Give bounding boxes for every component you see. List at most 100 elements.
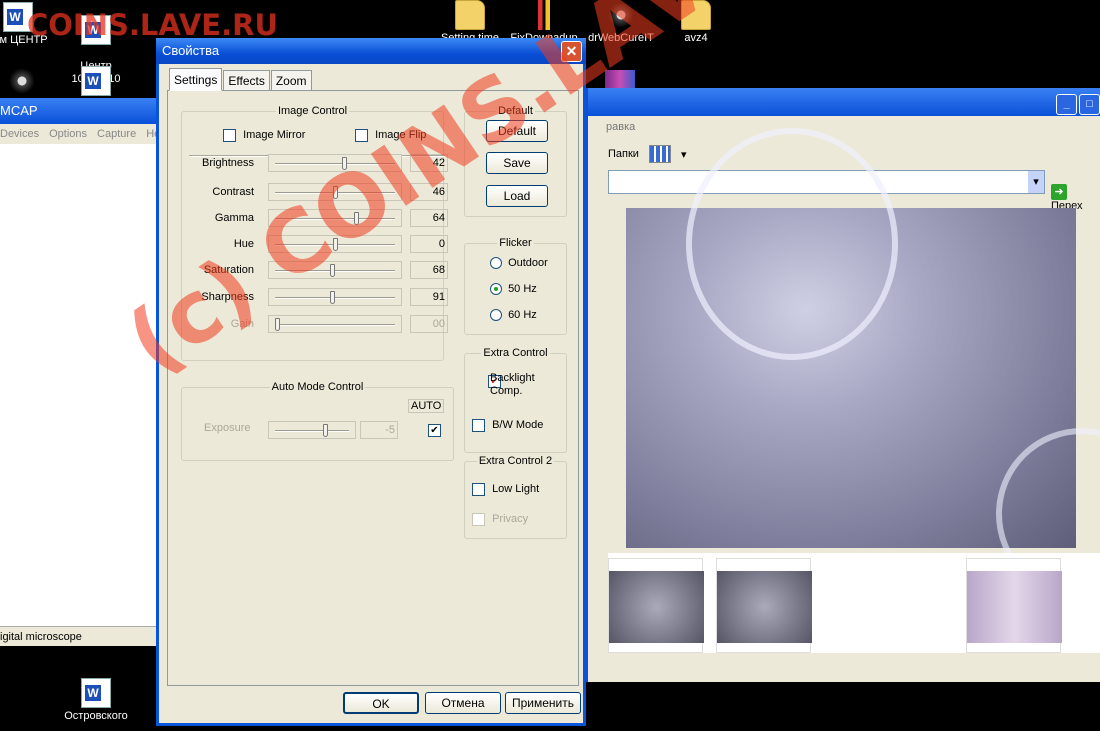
- default-button[interactable]: Default: [486, 120, 548, 142]
- thumbnail[interactable]: [716, 558, 812, 653]
- desktop-icon-spider-2[interactable]: [0, 66, 62, 98]
- cancel-button[interactable]: Отмена: [425, 692, 501, 714]
- go-arrow-icon: ➜: [1051, 184, 1067, 200]
- archive-icon: [605, 70, 635, 88]
- minimize-button[interactable]: _: [1056, 94, 1077, 115]
- flicker-50hz-radio[interactable]: 50 Hz: [490, 283, 537, 296]
- slider-thumb[interactable]: [329, 264, 335, 277]
- tab-settings[interactable]: Settings: [169, 68, 223, 91]
- saturation-value[interactable]: 68: [410, 261, 448, 279]
- explorer-window[interactable]: _ □ равка Папки ▾ ▾ ➜ Перех: [585, 88, 1100, 682]
- image-flip-label: Image Flip: [375, 129, 427, 142]
- thumbnail[interactable]: [966, 558, 1062, 653]
- exposure-slider[interactable]: [268, 421, 356, 439]
- slider-thumb[interactable]: [322, 424, 328, 437]
- slider-thumb[interactable]: [329, 291, 335, 304]
- explorer-menu-fragment[interactable]: равка: [588, 116, 1100, 138]
- privacy-checkbox[interactable]: Privacy: [472, 513, 528, 526]
- auto-checkbox[interactable]: ✔: [428, 424, 441, 437]
- auto-label: AUTO: [408, 399, 445, 413]
- tool-icon: [529, 0, 559, 30]
- menu-devices[interactable]: Devices: [0, 124, 39, 144]
- ok-button[interactable]: OK: [343, 692, 419, 714]
- saturation-slider[interactable]: [268, 261, 402, 279]
- folder-icon: [455, 0, 485, 30]
- extra-control2-group: Extra Control 2: [464, 455, 567, 539]
- view-icon[interactable]: [648, 145, 671, 163]
- slider-thumb[interactable]: [333, 238, 338, 251]
- slider-thumb[interactable]: [353, 212, 359, 225]
- microscope-preview-image: [626, 128, 1100, 600]
- maximize-button[interactable]: □: [1079, 94, 1100, 115]
- desktop-icon-avz4[interactable]: avz4: [656, 0, 736, 44]
- slider-thumb[interactable]: [342, 157, 348, 170]
- chevron-down-icon[interactable]: ▾: [681, 148, 687, 161]
- tab-zoom[interactable]: Zoom: [270, 70, 312, 91]
- load-button[interactable]: Load: [486, 185, 548, 207]
- sharpness-value[interactable]: 91: [410, 288, 448, 306]
- desktop-icon-ostrovskogo[interactable]: Островского: [56, 678, 136, 722]
- close-button[interactable]: ✕: [561, 41, 582, 62]
- gamma-value[interactable]: 64: [410, 209, 448, 227]
- low-light-label: Low Light: [492, 483, 540, 496]
- word-document-icon: [3, 2, 33, 32]
- gain-slider[interactable]: [268, 315, 402, 333]
- contrast-slider[interactable]: [268, 183, 402, 201]
- gamma-slider[interactable]: [268, 209, 402, 227]
- amcap-menu-bar: Devices Options Capture He: [0, 124, 160, 144]
- checkbox-box: [472, 513, 485, 526]
- hue-slider[interactable]: [268, 235, 402, 253]
- menu-options[interactable]: Options: [49, 124, 87, 144]
- apply-button[interactable]: Применить: [505, 692, 581, 714]
- slider-thumb[interactable]: [333, 186, 338, 199]
- checkbox-box: [472, 419, 485, 432]
- checkbox-box: [472, 483, 485, 496]
- sharpness-slider[interactable]: [268, 288, 402, 306]
- control-label: Sharpness: [201, 291, 254, 303]
- desktop-icon-archive[interactable]: [580, 70, 660, 90]
- gain-value[interactable]: 00: [410, 315, 448, 333]
- brightness-value[interactable]: 42: [410, 154, 448, 172]
- image-mirror-label: Image Mirror: [243, 129, 306, 142]
- spider-icon: [606, 0, 636, 30]
- flicker-outdoor-radio[interactable]: Outdoor: [490, 257, 548, 270]
- menu-capture[interactable]: Capture: [97, 124, 136, 144]
- radio-label: 60 Hz: [508, 309, 537, 321]
- radio-label: 50 Hz: [508, 283, 537, 295]
- tab-effects[interactable]: Effects: [223, 70, 270, 91]
- control-label: Gamma: [214, 212, 254, 224]
- backlight-label: Backlight Comp.: [490, 372, 535, 397]
- flicker-60hz-radio[interactable]: 60 Hz: [490, 309, 537, 322]
- thumbnail-strip: [608, 553, 1100, 653]
- hue-value[interactable]: 0: [410, 235, 448, 253]
- extra-control-group: Extra Control: [464, 347, 567, 453]
- amcap-window[interactable]: MCAP Devices Options Capture He igital m…: [0, 98, 160, 646]
- desktop-icon-drwebcureit[interactable]: drWebCureIT: [581, 0, 661, 44]
- brightness-slider[interactable]: [268, 154, 402, 172]
- group-legend: Image Control: [277, 105, 348, 117]
- control-label: Hue: [233, 238, 254, 250]
- slider-thumb[interactable]: [275, 318, 280, 331]
- privacy-label: Privacy: [492, 513, 529, 526]
- amcap-title: MCAP: [0, 98, 160, 124]
- save-button[interactable]: Save: [486, 152, 548, 174]
- thumbnail[interactable]: [608, 558, 704, 653]
- desktop-icon-kom-centr[interactable]: ком ЦЕНТР: [0, 2, 58, 46]
- contrast-value[interactable]: 46: [410, 183, 448, 201]
- low-light-checkbox[interactable]: Low Light: [472, 483, 539, 496]
- bw-mode-checkbox[interactable]: B/W Mode: [472, 419, 543, 432]
- control-label: Contrast: [212, 186, 254, 198]
- image-flip-checkbox[interactable]: Image Flip: [355, 129, 426, 142]
- radio-label: Outdoor: [508, 257, 548, 269]
- control-label: Saturation: [203, 264, 254, 276]
- bw-mode-label: B/W Mode: [492, 419, 544, 432]
- properties-dialog[interactable]: Свойства ✕ Settings Effects Zoom Image C…: [156, 38, 586, 726]
- desktop-icon-word-2[interactable]: [56, 66, 136, 98]
- exposure-value[interactable]: -5: [360, 421, 398, 439]
- folder-icon: [681, 0, 711, 30]
- chevron-down-icon[interactable]: ▾: [1028, 171, 1044, 193]
- desktop-icon-label: avz4: [684, 32, 708, 44]
- folders-button[interactable]: Папки: [608, 148, 639, 160]
- image-mirror-checkbox[interactable]: Image Mirror: [223, 129, 305, 142]
- word-document-icon: [81, 15, 111, 45]
